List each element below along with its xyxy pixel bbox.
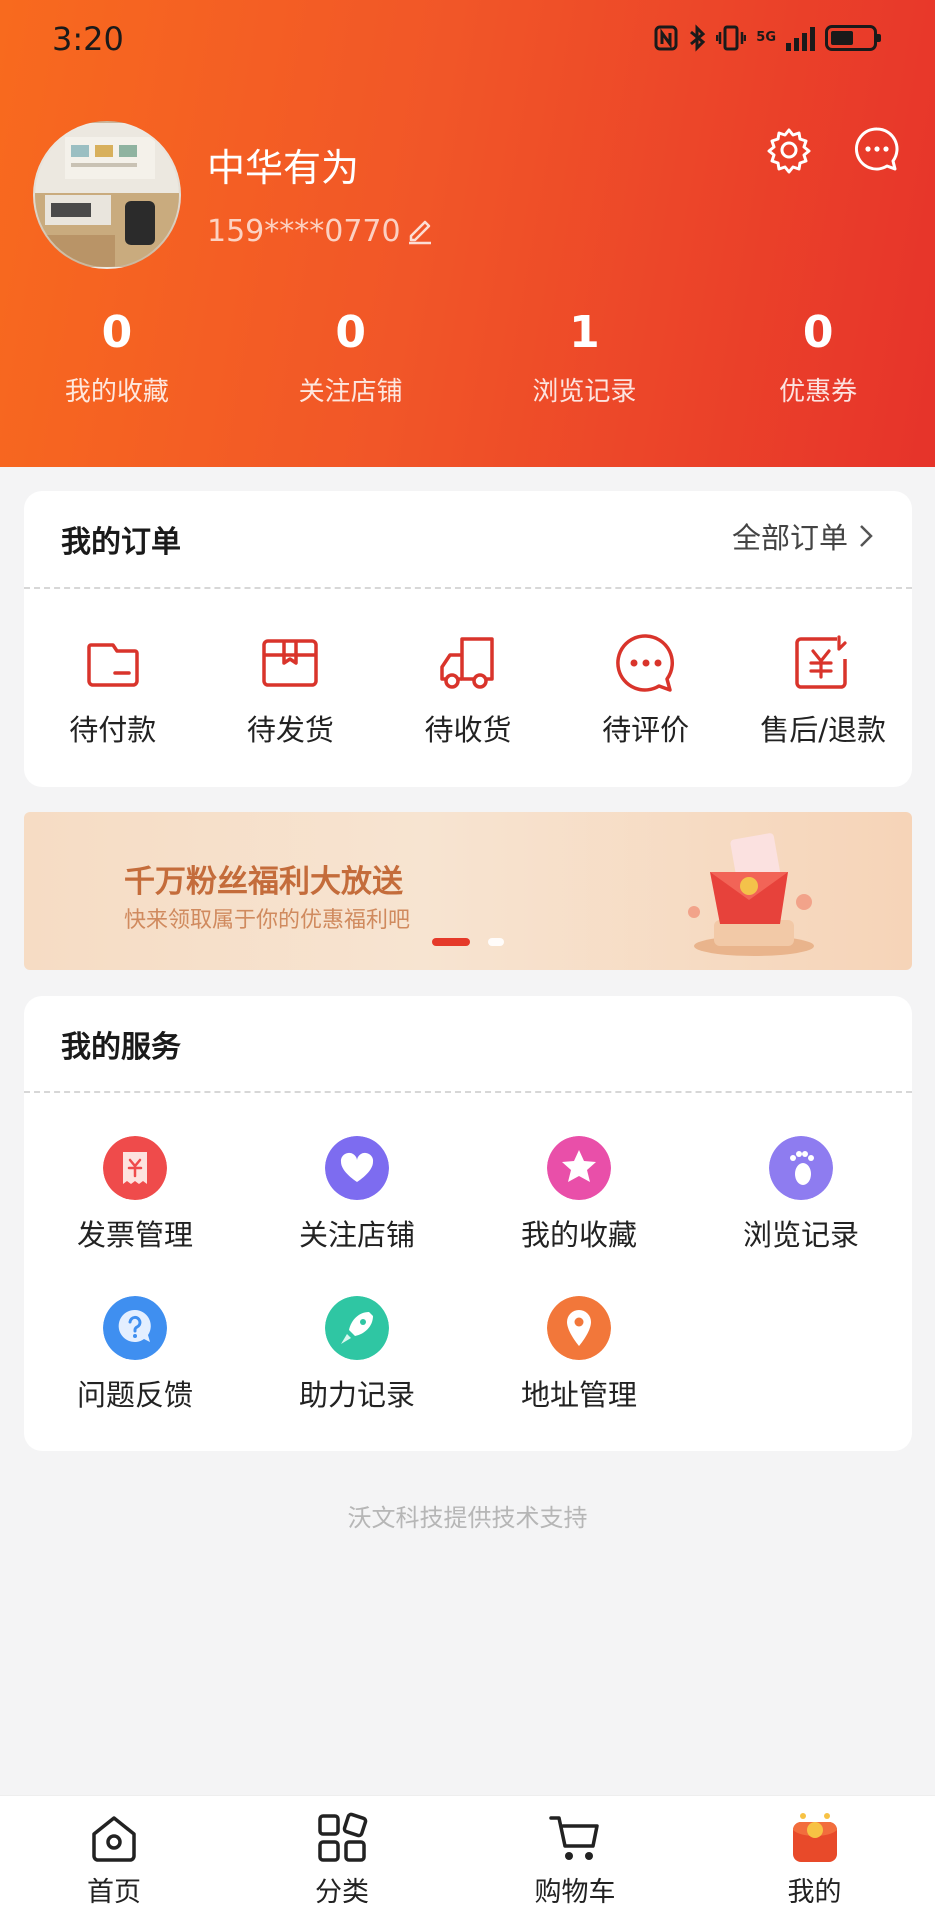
order-pending-review[interactable]: 待评价 (557, 631, 735, 749)
nfc-icon (654, 25, 678, 51)
heart-icon (325, 1136, 389, 1200)
star-icon (547, 1136, 611, 1200)
services-grid: 发票管理 关注店铺 我的收藏 浏览记录 问题反馈 助力记录 地址管理 (24, 1136, 912, 1456)
question-icon (103, 1296, 167, 1360)
status-bar: 3:20 5G (0, 0, 935, 80)
service-label: 地址管理 (520, 1378, 637, 1412)
stat-history[interactable]: 1 浏览记录 (468, 303, 702, 408)
avatar[interactable] (33, 121, 181, 269)
order-label: 待收货 (424, 713, 512, 747)
services-card: 我的服务 发票管理 关注店铺 我的收藏 浏览记录 问题反馈 助力记录 地址管理 (24, 996, 912, 1451)
service-followed-shops[interactable]: 关注店铺 (246, 1136, 468, 1296)
stat-label: 关注店铺 (298, 377, 403, 407)
order-label: 待评价 (602, 713, 690, 747)
stat-label: 优惠券 (779, 377, 858, 407)
order-after-sales[interactable]: 售后/退款 (734, 631, 912, 749)
order-pending-shipment[interactable]: 待发货 (202, 631, 380, 749)
stat-label: 我的收藏 (64, 377, 169, 407)
order-label: 待发货 (246, 713, 334, 747)
bluetooth-icon (688, 24, 706, 52)
service-favorites[interactable]: 我的收藏 (468, 1136, 690, 1296)
edit-icon[interactable] (405, 214, 435, 246)
banner-title: 千万粉丝福利大放送 (124, 864, 403, 900)
network-type: 5G (756, 30, 776, 45)
service-label: 浏览记录 (742, 1218, 859, 1252)
service-label: 问题反馈 (76, 1378, 193, 1412)
order-label: 售后/退款 (760, 713, 887, 747)
cart-icon (549, 1816, 599, 1860)
orders-card: 我的订单 全部订单 待付款 待发货 待收货 待评价 售后/退款 (24, 491, 912, 787)
chevron-right-icon (860, 525, 873, 547)
status-icons: 5G (654, 24, 881, 52)
profile-header: 3:20 5G 中华有为 159****0770 0 我的收藏 0 关注店铺 1… (0, 0, 935, 467)
divider (24, 1091, 912, 1093)
all-orders-label: 全部订单 (731, 521, 848, 555)
service-boost-records[interactable]: 助力记录 (246, 1296, 468, 1456)
carousel-dot-active[interactable] (432, 938, 470, 946)
category-icon (318, 1812, 368, 1862)
nav-label: 首页 (87, 1877, 141, 1908)
stat-coupons[interactable]: 0 优惠券 (701, 303, 935, 408)
nav-label: 分类 (315, 1877, 369, 1908)
carousel-dot[interactable] (488, 938, 504, 946)
service-label: 我的收藏 (520, 1218, 637, 1252)
battery-icon (825, 25, 881, 51)
rocket-icon (325, 1296, 389, 1360)
nav-label: 购物车 (534, 1877, 616, 1908)
promo-banner[interactable]: 千万粉丝福利大放送 快来领取属于你的优惠福利吧 (24, 812, 912, 970)
stat-value: 0 (335, 307, 366, 358)
nav-home[interactable]: 首页 (0, 1796, 228, 1915)
service-history[interactable]: 浏览记录 (690, 1136, 912, 1296)
phone-number: 159****0770 (207, 214, 401, 249)
bottom-nav: 首页 分类 购物车 我的 (0, 1795, 935, 1915)
all-orders-link[interactable]: 全部订单 (732, 515, 874, 557)
stat-favorites[interactable]: 0 我的收藏 (0, 303, 234, 408)
location-pin-icon (547, 1296, 611, 1360)
mine-icon (792, 1813, 837, 1862)
stat-followed-shops[interactable]: 0 关注店铺 (234, 303, 468, 408)
order-status-row: 待付款 待发货 待收货 待评价 售后/退款 (24, 631, 912, 749)
service-label: 发票管理 (76, 1218, 193, 1252)
nav-category[interactable]: 分类 (228, 1796, 456, 1915)
tech-support-note: 沃文科技提供技术支持 (347, 1504, 588, 1532)
order-pending-payment[interactable]: 待付款 (24, 631, 202, 749)
nav-cart[interactable]: 购物车 (456, 1796, 694, 1915)
wallet-icon (87, 643, 139, 687)
nav-mine[interactable]: 我的 (694, 1796, 935, 1915)
status-time: 3:20 (52, 20, 124, 58)
signal-icon (786, 25, 815, 51)
comment-icon (615, 634, 674, 692)
services-title: 我的服务 (61, 1030, 181, 1065)
home-icon (92, 1816, 136, 1862)
footprint-icon (769, 1136, 833, 1200)
banner-subtitle: 快来领取属于你的优惠福利吧 (124, 908, 411, 933)
service-label: 助力记录 (298, 1378, 415, 1412)
refund-icon (795, 635, 847, 689)
orders-title: 我的订单 (61, 525, 181, 560)
stat-label: 浏览记录 (532, 377, 637, 407)
service-feedback[interactable]: 问题反馈 (24, 1296, 246, 1456)
order-label: 待付款 (69, 713, 157, 747)
stat-value: 1 (569, 307, 600, 358)
invoice-icon (103, 1136, 167, 1200)
vibrate-icon (716, 25, 747, 51)
settings-gear-icon[interactable] (765, 126, 813, 174)
carousel-dots (432, 938, 504, 946)
message-icon[interactable] (854, 126, 900, 172)
truck-icon (440, 637, 494, 689)
package-icon (262, 639, 319, 687)
username: 中华有为 (207, 146, 360, 190)
order-pending-receipt[interactable]: 待收货 (379, 631, 557, 749)
service-label: 关注店铺 (298, 1218, 415, 1252)
stat-value: 0 (101, 307, 133, 358)
gift-illustration (688, 833, 814, 956)
stats-row: 0 我的收藏 0 关注店铺 1 浏览记录 0 优惠券 (0, 303, 935, 408)
network-label: 5G (756, 30, 776, 45)
service-invoice[interactable]: 发票管理 (24, 1136, 246, 1296)
service-address[interactable]: 地址管理 (468, 1296, 690, 1456)
divider (24, 587, 912, 589)
stat-value: 0 (802, 307, 834, 358)
nav-label: 我的 (787, 1877, 842, 1908)
